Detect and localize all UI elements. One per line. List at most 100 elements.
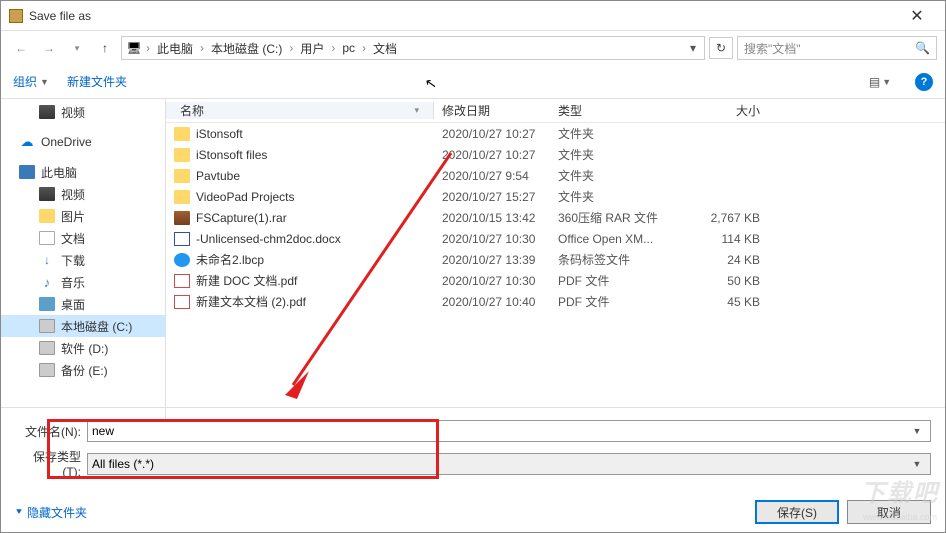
file-date: 2020/10/27 15:27 bbox=[434, 190, 550, 204]
back-button[interactable]: ← bbox=[9, 36, 33, 60]
organize-menu[interactable]: 组织 ▼ bbox=[13, 73, 49, 90]
view-icon: ▤ bbox=[869, 75, 880, 89]
folder-icon bbox=[39, 209, 55, 223]
folder-icon bbox=[174, 148, 190, 162]
sidebar-item-label: 本地磁盘 (C:) bbox=[61, 318, 132, 335]
table-row[interactable]: Pavtube2020/10/27 9:54文件夹 bbox=[166, 165, 945, 186]
chevron-right-icon[interactable]: › bbox=[287, 41, 295, 55]
address-bar[interactable]: 🖥 › 此电脑 › 本地磁盘 (C:) › 用户 › pc › 文档 ▾ bbox=[121, 36, 705, 60]
view-options-button[interactable]: ▤ ▼ bbox=[863, 71, 897, 93]
sort-indicator-icon: ▾ bbox=[414, 105, 425, 116]
sidebar-item-label: 此电脑 bbox=[41, 164, 77, 181]
chevron-right-icon[interactable]: › bbox=[329, 41, 337, 55]
help-button[interactable]: ? bbox=[915, 73, 933, 91]
breadcrumb[interactable]: 用户 bbox=[297, 40, 327, 57]
file-size: 2,767 KB bbox=[678, 211, 768, 225]
file-type: 360压缩 RAR 文件 bbox=[550, 209, 678, 226]
sidebar-item[interactable]: ♪音乐 bbox=[1, 271, 165, 293]
lbcp-icon bbox=[174, 253, 190, 267]
sidebar-item-label: 视频 bbox=[61, 104, 85, 121]
save-button[interactable]: 保存(S) bbox=[755, 500, 839, 524]
file-type: 文件夹 bbox=[550, 167, 678, 184]
folder-icon bbox=[174, 190, 190, 204]
file-type: 文件夹 bbox=[550, 146, 678, 163]
sidebar-item[interactable]: ☁OneDrive bbox=[1, 131, 165, 153]
sidebar-item[interactable]: 桌面 bbox=[1, 293, 165, 315]
sidebar-item[interactable]: 本地磁盘 (C:) bbox=[1, 315, 165, 337]
table-row[interactable]: 未命名2.lbcp2020/10/27 13:39条码标签文件24 KB bbox=[166, 249, 945, 270]
sidebar-item[interactable]: 视频 bbox=[1, 183, 165, 205]
file-date: 2020/10/27 10:27 bbox=[434, 148, 550, 162]
pc-icon: 🖥 bbox=[126, 40, 142, 56]
sidebar-item[interactable]: ↓下载 bbox=[1, 249, 165, 271]
table-row[interactable]: iStonsoft files 2020/10/27 10:27文件夹 bbox=[166, 144, 945, 165]
file-name: VideoPad Projects bbox=[196, 190, 295, 204]
hide-folders-label: 隐藏文件夹 bbox=[27, 504, 87, 521]
column-headers: 名称 ▾ 修改日期 类型 大小 bbox=[166, 99, 945, 123]
column-date[interactable]: 修改日期 bbox=[434, 102, 550, 119]
sidebar-item[interactable]: 软件 (D:) bbox=[1, 337, 165, 359]
new-folder-button[interactable]: 新建文件夹 bbox=[67, 73, 127, 90]
hide-folders-toggle[interactable]: ⯆ 隐藏文件夹 bbox=[15, 504, 87, 521]
filetype-select[interactable]: All files (*.*) ▼ bbox=[87, 453, 931, 475]
sidebar-item[interactable]: 备份 (E:) bbox=[1, 359, 165, 381]
file-date: 2020/10/27 10:40 bbox=[434, 295, 550, 309]
filename-value: new bbox=[92, 424, 908, 438]
chevron-right-icon[interactable]: › bbox=[144, 41, 152, 55]
sidebar-item-label: 桌面 bbox=[61, 296, 85, 313]
breadcrumb[interactable]: 此电脑 bbox=[154, 40, 196, 57]
file-date: 2020/10/27 13:39 bbox=[434, 253, 550, 267]
table-row[interactable]: VideoPad Projects 2020/10/27 15:27文件夹 bbox=[166, 186, 945, 207]
chevron-right-icon[interactable]: › bbox=[360, 41, 368, 55]
file-name: iStonsoft files bbox=[196, 148, 267, 162]
organize-label: 组织 bbox=[13, 73, 37, 90]
folder-icon bbox=[174, 127, 190, 141]
up-button[interactable]: ↑ bbox=[93, 36, 117, 60]
refresh-button[interactable]: ↻ bbox=[709, 37, 733, 59]
table-row[interactable]: iStonsoft2020/10/27 10:27文件夹 bbox=[166, 123, 945, 144]
file-size: 50 KB bbox=[678, 274, 768, 288]
file-type: Office Open XM... bbox=[550, 232, 678, 246]
file-name: FSCapture(1).rar bbox=[196, 211, 287, 225]
file-name: 未命名2.lbcp bbox=[196, 251, 264, 268]
table-row[interactable]: 新建文本文档 (2).pdf2020/10/27 10:40PDF 文件45 K… bbox=[166, 291, 945, 312]
pc-icon bbox=[19, 165, 35, 179]
breadcrumb[interactable]: 本地磁盘 (C:) bbox=[208, 40, 285, 57]
filename-input[interactable]: new ▼ bbox=[87, 420, 931, 442]
chevron-down-icon: ▼ bbox=[40, 77, 49, 87]
file-size: 45 KB bbox=[678, 295, 768, 309]
doc-icon bbox=[39, 231, 55, 245]
filetype-dropdown-icon[interactable]: ▼ bbox=[908, 459, 926, 469]
column-size[interactable]: 大小 bbox=[678, 102, 768, 119]
file-date: 2020/10/15 13:42 bbox=[434, 211, 550, 225]
table-row[interactable]: -Unlicensed-chm2doc.docx2020/10/27 10:30… bbox=[166, 228, 945, 249]
address-dropdown-icon[interactable]: ▾ bbox=[686, 41, 700, 55]
filename-label: 文件名(N): bbox=[15, 423, 87, 440]
sidebar-item[interactable]: 文档 bbox=[1, 227, 165, 249]
file-type: 条码标签文件 bbox=[550, 251, 678, 268]
chevron-right-icon[interactable]: › bbox=[198, 41, 206, 55]
search-input[interactable]: 搜索"文档" 🔍 bbox=[737, 36, 937, 60]
action-row: ⯆ 隐藏文件夹 保存(S) 取消 bbox=[15, 494, 931, 524]
sidebar-item-label: 文档 bbox=[61, 230, 85, 247]
sidebar-item[interactable]: 图片 bbox=[1, 205, 165, 227]
search-icon: 🔍 bbox=[915, 41, 930, 55]
breadcrumb[interactable]: 文档 bbox=[370, 40, 400, 57]
recent-dropdown[interactable]: ▾ bbox=[65, 36, 89, 60]
sidebar-item[interactable]: 此电脑 bbox=[1, 161, 165, 183]
sidebar: 视频☁OneDrive此电脑视频图片文档↓下载♪音乐桌面本地磁盘 (C:)软件 … bbox=[1, 99, 166, 437]
file-name: Pavtube bbox=[196, 169, 240, 183]
column-name[interactable]: 名称 ▾ bbox=[166, 102, 434, 119]
file-rows: iStonsoft2020/10/27 10:27文件夹iStonsoft fi… bbox=[166, 123, 945, 437]
file-type: 文件夹 bbox=[550, 188, 678, 205]
filename-dropdown-icon[interactable]: ▼ bbox=[908, 426, 926, 436]
close-button[interactable]: ✕ bbox=[897, 2, 937, 30]
column-name-label: 名称 bbox=[180, 102, 204, 119]
table-row[interactable]: 新建 DOC 文档.pdf2020/10/27 10:30PDF 文件50 KB bbox=[166, 270, 945, 291]
drive-icon bbox=[39, 341, 55, 355]
column-type[interactable]: 类型 bbox=[550, 102, 678, 119]
sidebar-item[interactable]: 视频 bbox=[1, 101, 165, 123]
breadcrumb[interactable]: pc bbox=[339, 41, 358, 55]
table-row[interactable]: FSCapture(1).rar 2020/10/15 13:42360压缩 RA… bbox=[166, 207, 945, 228]
forward-button[interactable]: → bbox=[37, 36, 61, 60]
